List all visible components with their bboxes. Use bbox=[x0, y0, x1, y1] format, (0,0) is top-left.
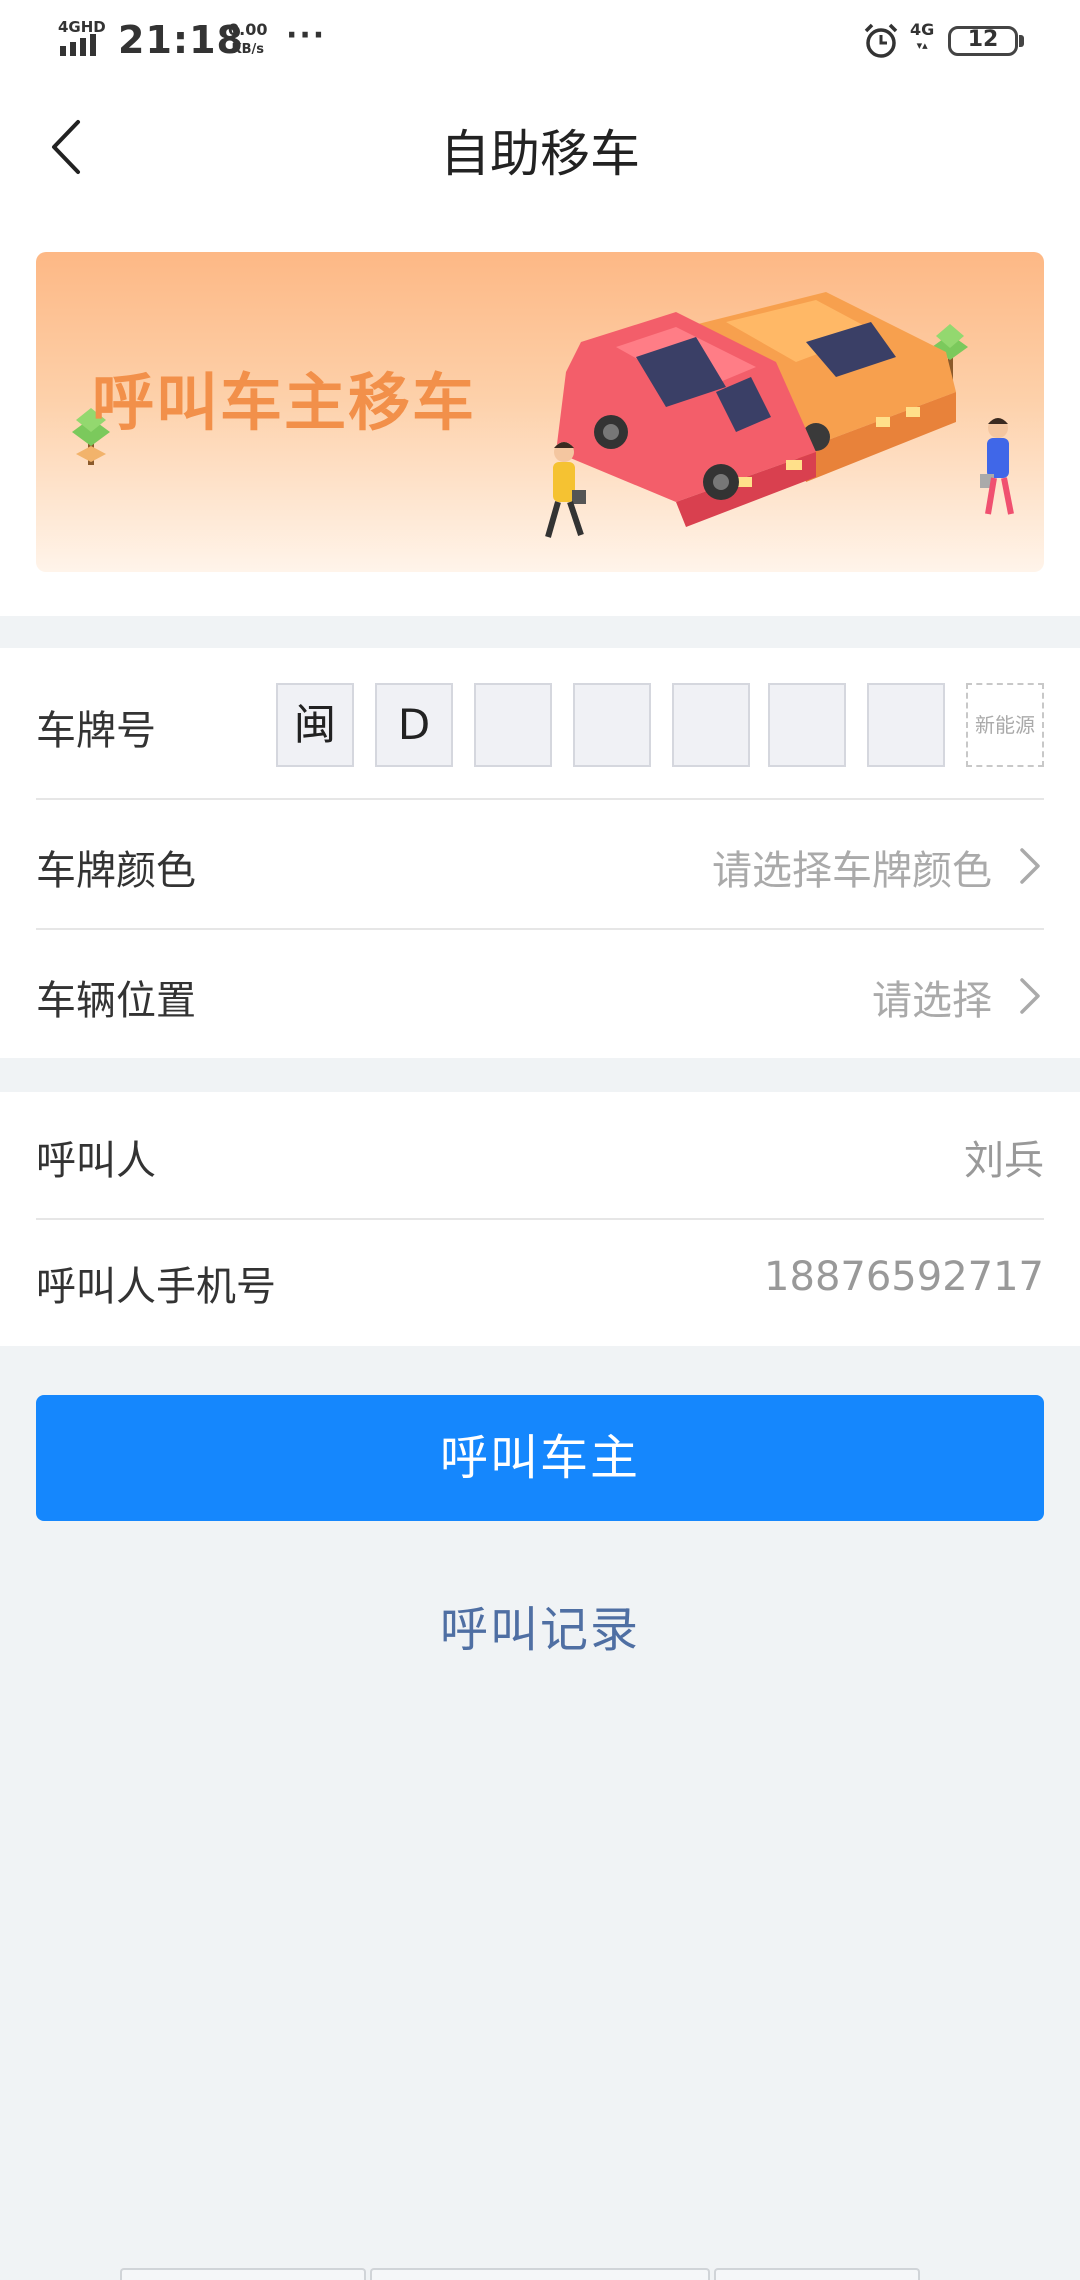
plate-char-cell-6[interactable] bbox=[768, 683, 846, 767]
clock-time: 21:18 bbox=[118, 18, 244, 62]
plate-char-cell-4[interactable] bbox=[573, 683, 651, 767]
call-history-link[interactable]: 呼叫记录 bbox=[0, 1590, 1080, 1660]
vehicle-location-row[interactable]: 车辆位置 请选择 bbox=[36, 930, 1044, 1058]
plate-info-card: 车牌号 闽 D 新能源 车牌颜色 请选择车牌颜色 车辆位置 请选择 bbox=[0, 648, 1080, 1058]
new-energy-cell[interactable]: 新能源 bbox=[966, 683, 1044, 767]
plate-char-cell-5[interactable] bbox=[672, 683, 750, 767]
network-speed-unit: KB/s bbox=[231, 42, 264, 57]
plate-number-row: 车牌号 闽 D 新能源 bbox=[36, 648, 1044, 800]
battery-level: 12 bbox=[967, 27, 999, 52]
page-title: 自助移车 bbox=[440, 125, 640, 183]
call-owner-button[interactable]: 呼叫车主 bbox=[36, 1395, 1044, 1521]
plate-color-row[interactable]: 车牌颜色 请选择车牌颜色 bbox=[36, 800, 1044, 928]
more-notifications-icon: ··· bbox=[286, 18, 327, 53]
chevron-right-icon bbox=[1020, 848, 1040, 884]
bottom-panel-edge bbox=[714, 2268, 920, 2280]
plate-number-label: 车牌号 bbox=[36, 708, 156, 754]
caller-info-card: 呼叫人 刘兵 呼叫人手机号 18876592717 bbox=[0, 1092, 1080, 1346]
mobile-data-label: 4G bbox=[910, 20, 935, 39]
battery-cap bbox=[1019, 35, 1024, 47]
caller-phone-label: 呼叫人手机号 bbox=[36, 1264, 276, 1310]
mobile-data-indicator: 4G ▾▴ bbox=[910, 22, 934, 54]
signal-icon bbox=[60, 34, 96, 56]
battery-icon: 12 bbox=[948, 26, 1018, 56]
nav-header: 自助移车 bbox=[0, 82, 1080, 222]
plate-char-cell-7[interactable] bbox=[867, 683, 945, 767]
plate-char-cell-1[interactable]: 闽 bbox=[276, 683, 354, 767]
banner-section: 呼叫车主移车 bbox=[0, 222, 1080, 616]
network-speed: 0.00 KB/s bbox=[228, 20, 267, 60]
alarm-icon bbox=[864, 23, 898, 58]
status-bar: 4GHD 21:18 0.00 KB/s ··· 4G ▾▴ 12 bbox=[0, 0, 1080, 82]
banner-headline: 呼叫车主移车 bbox=[92, 366, 477, 439]
vehicle-location-placeholder: 请选择 bbox=[872, 978, 992, 1024]
caller-name-row: 呼叫人 刘兵 bbox=[36, 1092, 1044, 1218]
caller-phone-value: 18876592717 bbox=[764, 1254, 1044, 1300]
caller-name-value: 刘兵 bbox=[964, 1138, 1044, 1184]
vehicle-location-label: 车辆位置 bbox=[36, 978, 196, 1024]
plate-char-cell-3[interactable] bbox=[474, 683, 552, 767]
chevron-right-icon bbox=[1020, 978, 1040, 1014]
person-right-icon bbox=[980, 418, 1014, 515]
bottom-panel-edge bbox=[370, 2268, 710, 2280]
caller-name-label: 呼叫人 bbox=[36, 1138, 156, 1184]
move-car-banner[interactable]: 呼叫车主移车 bbox=[36, 252, 1044, 572]
plate-color-label: 车牌颜色 bbox=[36, 848, 196, 894]
bottom-panel-edge bbox=[120, 2268, 366, 2280]
data-arrows-icon: ▾▴ bbox=[916, 39, 928, 52]
network-speed-value: 0.00 bbox=[228, 20, 268, 39]
plate-char-cell-2[interactable]: D bbox=[375, 683, 453, 767]
caller-phone-row: 呼叫人手机号 18876592717 bbox=[36, 1220, 1044, 1346]
plate-color-placeholder: 请选择车牌颜色 bbox=[712, 848, 992, 894]
